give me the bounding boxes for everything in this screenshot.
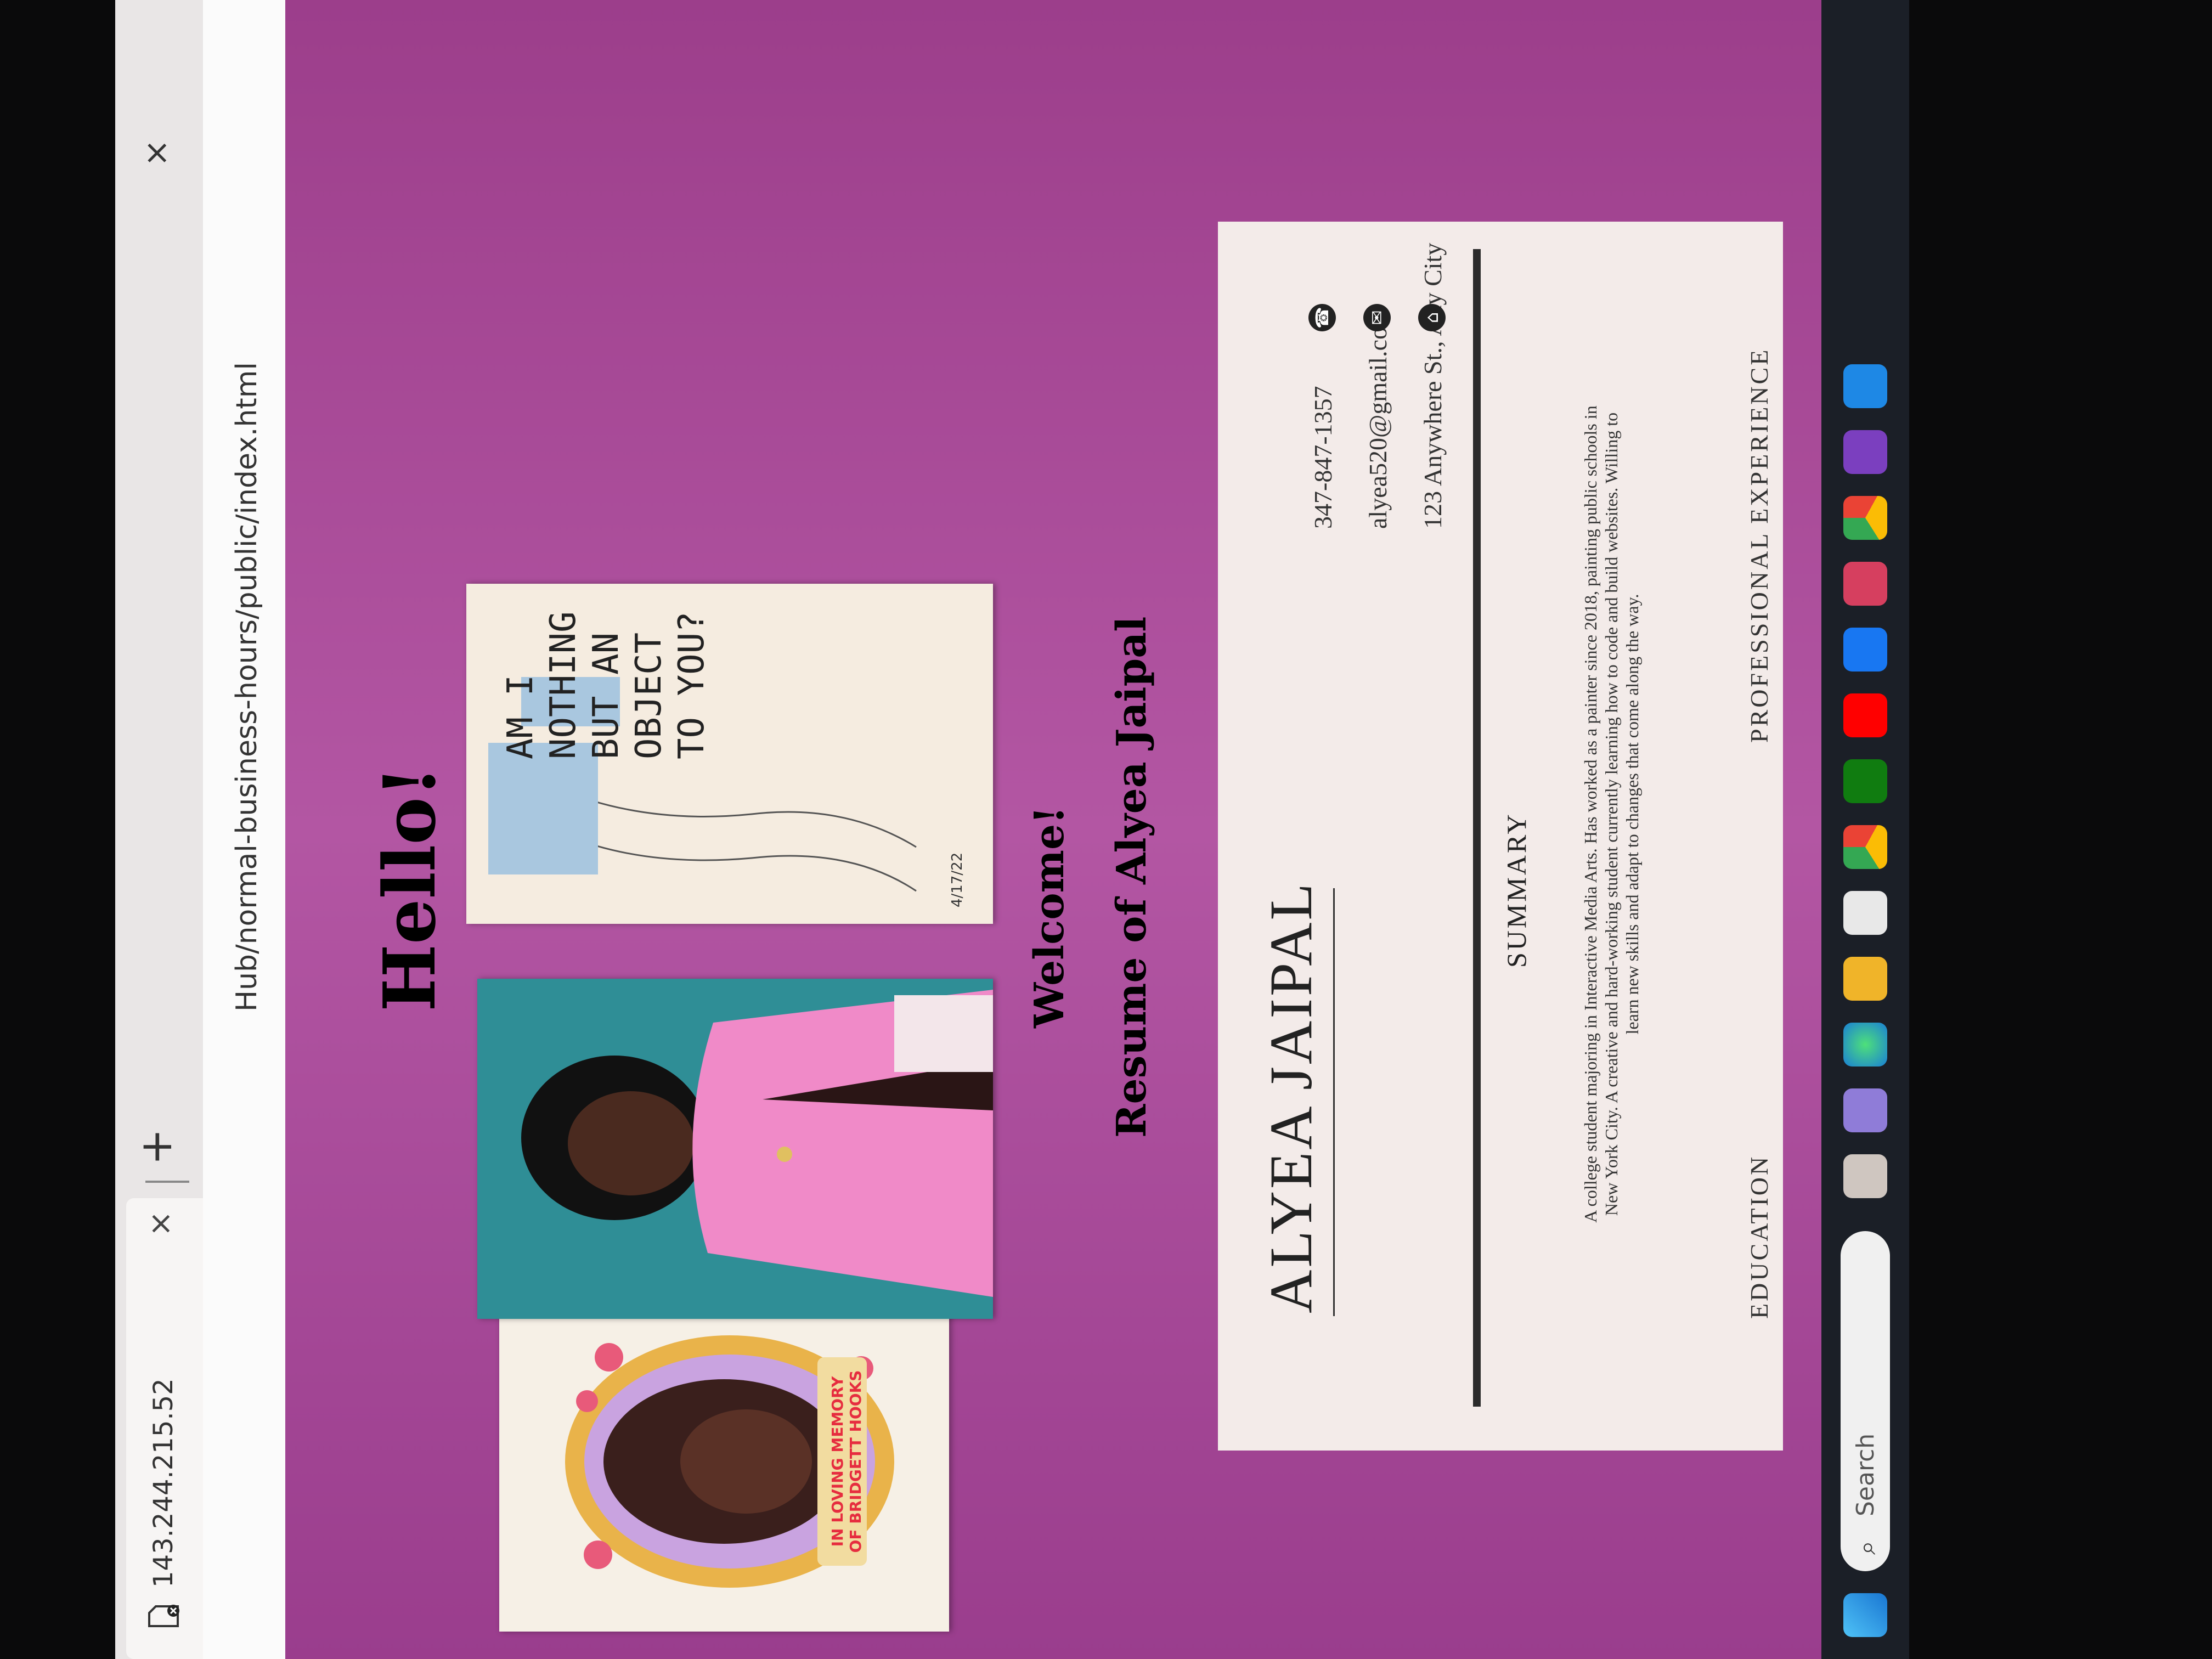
artwork-caption: IN LOVING MEMORY OF BRIDGETT HOOKS [828,1370,865,1553]
copilot-icon[interactable] [1843,1088,1887,1132]
edge-icon[interactable] [1843,1023,1887,1066]
resume-divider [1473,249,1481,1407]
memorial-illustration [565,1335,894,1588]
home-icon: ⌂ [1418,304,1446,331]
new-tab-button[interactable]: + [131,1128,182,1165]
resume-phone: 347-847-1357 [1309,386,1337,529]
experience-heading: PROFESSIONAL EXPERIENCE [1745,347,1773,743]
xbox-icon[interactable] [1843,759,1887,803]
chrome-icon[interactable] [1843,825,1887,869]
phone-icon: ☎ [1308,304,1336,331]
search-label: Search [1852,1433,1880,1516]
widgets-icon[interactable] [1843,1154,1887,1198]
search-icon: ⌕ [1852,1541,1881,1555]
sketch-date: 4/17/22 [949,852,966,907]
vscode-icon[interactable] [1843,364,1887,408]
welcome-heading: Welcome! [1026,806,1073,1028]
file-error-icon [148,1605,179,1627]
store-icon[interactable] [1843,891,1887,935]
url-text[interactable]: Hub/normal-business-hours/public/index.h… [230,362,263,1012]
tab-title: 143.244.215.52 [148,1378,179,1588]
clipchamp-icon[interactable] [1843,430,1887,474]
page-heading: Hello! [368,765,452,1012]
artwork-sketchbook-page: AM I NOTHING BUT AN OBJECT TO YOU? 4/17/… [466,584,993,924]
resume-card: ALYEA JAIPAL 347-847-1357 ☎ alyea520@gma… [1218,222,1783,1451]
tab-close-icon[interactable]: × [143,1211,178,1237]
screen: 143.244.215.52 × + × Hub/normal-business… [0,0,2212,1659]
screen-bezel-top [0,0,115,1659]
summary-text: A college student majoring in Interactiv… [1581,405,1642,1223]
tab-bar: 143.244.215.52 × + × [115,0,203,1659]
resume-title: Resume of Alyea Jaipal [1108,616,1155,1138]
resume-address: 123 Anywhere St., Any City [1419,242,1447,529]
taskbar: ⌕ Search [1821,0,1909,1659]
window-close-button[interactable]: × [137,139,176,167]
artwork-memorial-portrait: IN LOVING MEMORY OF BRIDGETT HOOKS [499,1291,949,1632]
facebook-icon[interactable] [1843,628,1887,672]
web-page: Hello! IN LOVING MEMORY OF BRIDGETT HOOK… [285,0,1821,1659]
resume-email: alyea520@gmail.com [1364,307,1392,529]
tab-separator [145,1181,189,1183]
search-input[interactable]: ⌕ Search [1841,1231,1890,1571]
screen-bezel-right [1909,0,2212,1659]
windows-icon[interactable] [1843,1593,1887,1637]
summary-heading: SUMMARY [1501,812,1532,968]
resume-name: ALYEA JAIPAL [1257,881,1324,1313]
artwork-pink-jacket-portrait [477,979,993,1319]
browser-tab[interactable]: 143.244.215.52 × [126,1198,203,1659]
file-explorer-icon[interactable] [1843,957,1887,1001]
mail-icon[interactable] [1843,562,1887,606]
mail-icon: ✉ [1363,304,1391,331]
youtube-icon[interactable] [1843,693,1887,737]
portrait-illustration [521,990,993,1297]
chrome-profile-icon[interactable] [1843,496,1887,540]
name-underline [1333,888,1335,1316]
address-bar[interactable]: Hub/normal-business-hours/public/index.h… [203,0,286,1659]
education-heading: EDUCATION [1745,1154,1773,1319]
sketch-text: AM I NOTHING BUT AN OBJECT TO YOU? [500,611,712,759]
browser-window: 143.244.215.52 × + × Hub/normal-business… [115,0,1821,1659]
